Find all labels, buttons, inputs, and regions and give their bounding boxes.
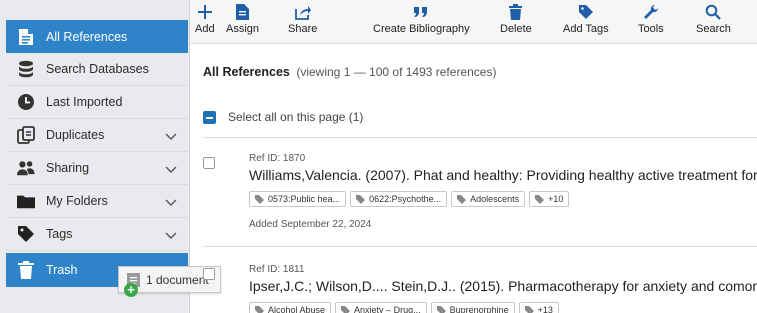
chevron-down-icon[interactable]	[164, 195, 178, 209]
tag-icon	[17, 225, 35, 243]
tag-label: Anxiety – Drug...	[354, 305, 421, 313]
assign-label: Assign	[226, 23, 260, 35]
sidebar-item-label: Search Databases	[46, 62, 149, 76]
ref-id: Ref ID: 1811	[249, 264, 305, 275]
document-icon	[235, 4, 251, 20]
select-all-label: Select all on this page (1)	[228, 110, 364, 124]
trash-icon	[17, 261, 35, 279]
tag-chip[interactable]: 0622:Psychothe...	[350, 191, 448, 207]
people-icon	[17, 159, 35, 177]
reference-item[interactable]: Ref ID: 1870 Williams,Valencia. (2007). …	[203, 153, 757, 243]
sidebar-item-label: Tags	[46, 227, 73, 241]
share-icon	[294, 4, 311, 20]
clock-icon	[17, 93, 35, 111]
tag-icon	[535, 194, 545, 204]
divider	[203, 137, 757, 138]
tag-icon	[356, 194, 366, 204]
folder-icon	[17, 192, 35, 210]
tag-chip[interactable]: Anxiety – Drug...	[335, 302, 427, 313]
viewing-count: (viewing 1 — 100 of 1493 references)	[296, 65, 497, 79]
sidebar-item-sharing[interactable]: Sharing	[6, 152, 188, 185]
tag-icon	[436, 305, 446, 313]
reference-checkbox[interactable]	[203, 268, 215, 280]
sidebar-item-all-references[interactable]: All References	[6, 20, 188, 53]
page-title-text: All References	[203, 65, 290, 79]
add-tags-label: Add Tags	[563, 23, 609, 35]
tag-list: 0573:Public hea... 0622:Psychothe... Ado…	[249, 191, 570, 207]
share-button[interactable]: Share	[288, 4, 317, 42]
sidebar-item-last-imported[interactable]: Last Imported	[6, 86, 188, 119]
reference-title[interactable]: Williams,Valencia. (2007). Phat and heal…	[249, 167, 757, 183]
tag-icon	[255, 194, 264, 204]
tag-icon	[255, 305, 264, 313]
reference-item[interactable]: Ref ID: 1811 Ipser,J.C.; Wilson,D.... St…	[203, 264, 757, 313]
plus-icon: +	[124, 283, 138, 297]
search-label: Search	[696, 23, 731, 35]
tag-label: Alcohol Abuse	[268, 305, 326, 313]
tag-icon	[457, 194, 467, 204]
wrench-icon	[643, 4, 659, 20]
tag-icon	[578, 4, 594, 20]
sidebar-item-label: Last Imported	[46, 95, 123, 109]
delete-label: Delete	[500, 23, 532, 35]
tag-label: +10	[548, 194, 564, 204]
document-icon	[17, 28, 35, 46]
chevron-down-icon[interactable]	[164, 228, 178, 242]
quote-icon	[413, 4, 429, 20]
toolbar: Add Assign Share Create Bibliography Del…	[190, 0, 757, 44]
add-button[interactable]: Add	[195, 4, 215, 42]
sidebar-item-label: Duplicates	[46, 128, 105, 142]
reference-title[interactable]: Ipser,J.C.; Wilson,D.... Stein,D.J.. (20…	[249, 278, 757, 294]
chevron-down-icon[interactable]	[164, 162, 178, 176]
divider	[203, 246, 757, 247]
share-label: Share	[288, 23, 318, 35]
tag-chip[interactable]: Alcohol Abuse	[249, 302, 332, 313]
sidebar-item-my-folders[interactable]: My Folders	[6, 185, 188, 218]
tag-label: Adolescents	[470, 194, 520, 204]
tag-label: +13	[537, 305, 553, 313]
tag-chip[interactable]: Adolescents	[451, 191, 526, 207]
select-all-checkbox[interactable]	[203, 110, 216, 124]
tag-chip[interactable]: 0573:Public hea...	[249, 191, 347, 207]
search-button[interactable]: Search	[696, 4, 731, 42]
tag-label: 0622:Psychothe...	[369, 194, 442, 204]
delete-button[interactable]: Delete	[500, 4, 532, 42]
tag-more[interactable]: +10	[529, 191, 570, 207]
tools-label: Tools	[638, 23, 664, 35]
tag-list: Alcohol Abuse Anxiety – Drug... Buprenor…	[249, 302, 559, 313]
drag-tooltip-text: 1 document	[146, 272, 209, 287]
duplicate-icon	[17, 126, 35, 144]
search-icon	[705, 4, 722, 20]
sidebar-item-label: All References	[46, 29, 128, 44]
tag-icon	[524, 305, 534, 313]
added-date: Added September 22, 2024	[249, 219, 372, 230]
add-tags-button[interactable]: Add Tags	[563, 4, 609, 42]
database-icon	[17, 60, 35, 78]
reference-checkbox[interactable]	[203, 157, 215, 169]
create-bibliography-button[interactable]: Create Bibliography	[373, 4, 470, 42]
sidebar-item-duplicates[interactable]: Duplicates	[6, 119, 188, 152]
page-title: All References (viewing 1 — 100 of 1493 …	[203, 65, 496, 79]
ref-id: Ref ID: 1870	[249, 153, 306, 164]
tools-button[interactable]: Tools	[638, 4, 664, 42]
sidebar-item-tags[interactable]: Tags	[6, 218, 188, 251]
tag-label: 0573:Public hea...	[268, 194, 341, 204]
sidebar-item-label: Sharing	[46, 161, 90, 175]
tag-more[interactable]: +13	[518, 302, 559, 313]
tag-label: Buprenorphine	[449, 305, 509, 313]
sidebar-item-label: My Folders	[46, 194, 108, 208]
add-label: Add	[195, 23, 215, 35]
trash-icon	[508, 4, 524, 20]
chevron-down-icon[interactable]	[164, 129, 178, 143]
app-window: All References Search Databases Last Imp…	[0, 0, 757, 313]
create-bibliography-label: Create Bibliography	[373, 23, 470, 35]
tag-icon	[341, 305, 351, 313]
plus-icon	[197, 4, 213, 20]
sidebar-item-label: Trash	[46, 263, 78, 277]
assign-button[interactable]: Assign	[226, 4, 259, 42]
tag-chip[interactable]: Buprenorphine	[430, 302, 515, 313]
sidebar-item-search-databases[interactable]: Search Databases	[6, 53, 188, 86]
select-all-row[interactable]: Select all on this page (1)	[203, 110, 363, 124]
